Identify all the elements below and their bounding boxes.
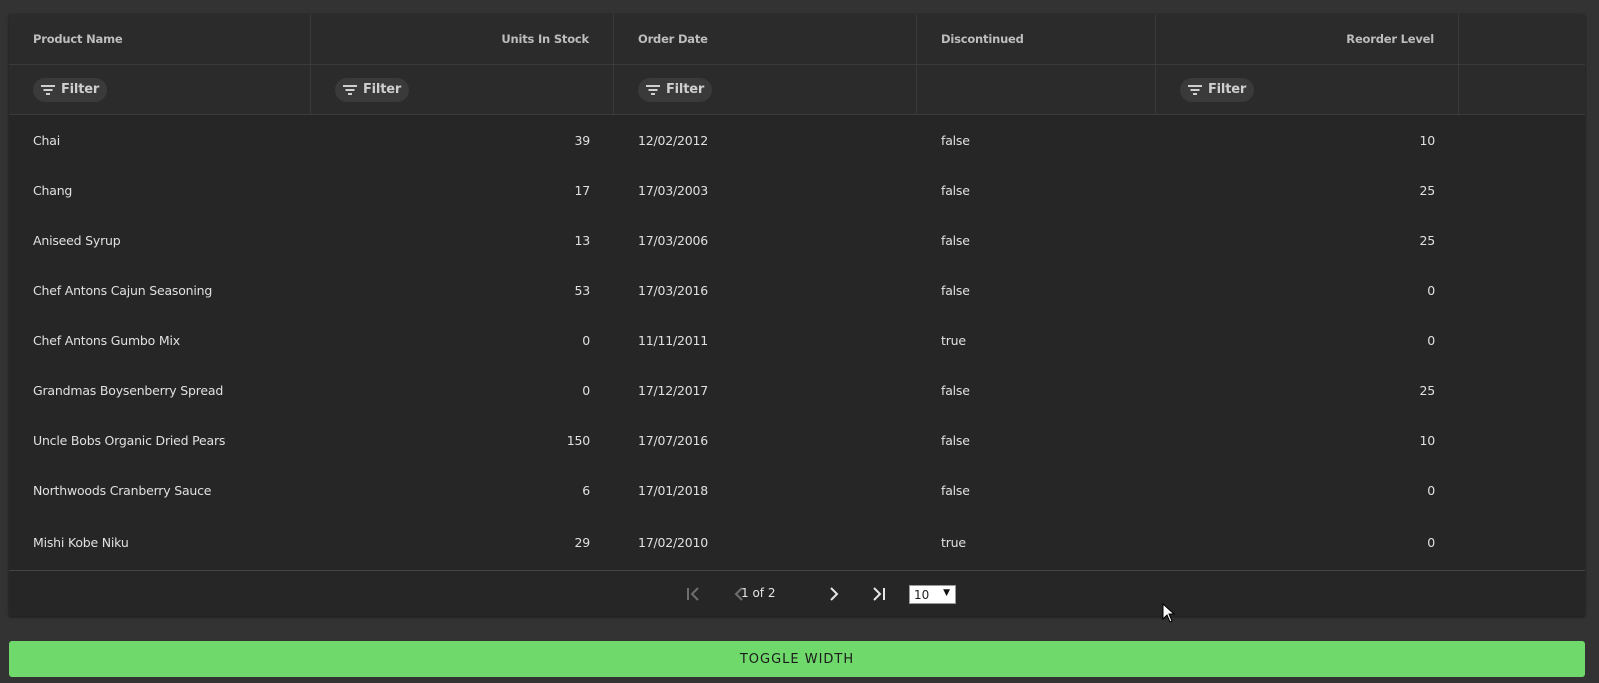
- filter-label: Filter: [363, 82, 402, 97]
- filter-cell-units-in-stock: Filter: [311, 65, 614, 114]
- cell-discontinued: true: [941, 332, 966, 348]
- filter-cell-reorder-level: Filter: [1156, 65, 1459, 114]
- table-row[interactable]: Uncle Bobs Organic Dried Pears 150 17/07…: [9, 415, 1585, 466]
- pager: 1 of 2 10 ▼: [9, 570, 1585, 616]
- first-page-button[interactable]: [681, 582, 705, 606]
- dropdown-arrow-icon: ▼: [943, 588, 950, 598]
- cell-discontinued: false: [941, 432, 970, 448]
- data-grid: Product Name Units In Stock Order Date D…: [9, 14, 1585, 616]
- filter-label: Filter: [666, 82, 705, 97]
- cell-order-date: 17/03/2003: [638, 182, 709, 198]
- column-header-order-date[interactable]: Order Date: [614, 14, 917, 64]
- cell-discontinued: false: [941, 482, 970, 498]
- cell-units-in-stock: 29: [574, 535, 590, 550]
- chevron-right-icon: [830, 587, 839, 601]
- table-row[interactable]: Chef Antons Gumbo Mix 0 11/11/2011 true …: [9, 315, 1585, 366]
- cell-units-in-stock: 0: [582, 332, 590, 348]
- column-header-discontinued[interactable]: Discontinued: [917, 14, 1156, 64]
- filter-icon: [646, 84, 660, 95]
- cell-product-name: Chef Antons Gumbo Mix: [33, 332, 180, 348]
- last-page-icon: [873, 587, 885, 601]
- first-page-icon: [687, 587, 699, 601]
- cell-order-date: 17/01/2018: [638, 482, 709, 498]
- next-page-button[interactable]: [822, 582, 846, 606]
- column-header-reorder-level[interactable]: Reorder Level: [1156, 14, 1459, 64]
- cell-product-name: Uncle Bobs Organic Dried Pears: [33, 432, 226, 448]
- mouse-cursor-icon: [1162, 603, 1176, 623]
- page-size-value: 10: [914, 587, 930, 602]
- filter-label: Filter: [61, 82, 100, 97]
- cell-units-in-stock: 17: [574, 182, 590, 198]
- cell-product-name: Chai: [33, 132, 60, 148]
- cell-product-name: Chef Antons Cajun Seasoning: [33, 282, 213, 298]
- column-header-product-name[interactable]: Product Name: [9, 14, 311, 64]
- filter-cell-product-name: Filter: [9, 65, 311, 114]
- toggle-width-button[interactable]: TOGGLE WIDTH: [9, 641, 1585, 677]
- cell-units-in-stock: 150: [566, 432, 590, 448]
- cell-product-name: Aniseed Syrup: [33, 232, 121, 248]
- filter-icon: [343, 84, 357, 95]
- filter-button-units-in-stock[interactable]: Filter: [335, 77, 410, 102]
- filter-button-reorder-level[interactable]: Filter: [1180, 77, 1255, 102]
- cell-order-date: 17/03/2006: [638, 232, 709, 248]
- table-row[interactable]: Grandmas Boysenberry Spread 0 17/12/2017…: [9, 365, 1585, 416]
- table-row[interactable]: Chef Antons Cajun Seasoning 53 17/03/201…: [9, 265, 1585, 316]
- cell-discontinued: false: [941, 232, 970, 248]
- filter-icon: [41, 84, 55, 95]
- filter-button-order-date[interactable]: Filter: [638, 77, 713, 102]
- cell-reorder-level: 25: [1419, 182, 1435, 198]
- cell-order-date: 12/02/2012: [638, 132, 709, 148]
- cell-reorder-level: 0: [1427, 332, 1435, 348]
- cell-order-date: 11/11/2011: [638, 332, 709, 348]
- cell-reorder-level: 10: [1419, 132, 1435, 148]
- page-size-select[interactable]: 10 ▼: [909, 585, 956, 604]
- cell-reorder-level: 25: [1419, 232, 1435, 248]
- last-page-button[interactable]: [867, 582, 891, 606]
- cell-discontinued: false: [941, 132, 970, 148]
- filter-label: Filter: [1208, 82, 1247, 97]
- cell-discontinued: true: [941, 535, 966, 550]
- cell-product-name: Northwoods Cranberry Sauce: [33, 482, 212, 498]
- cell-product-name: Mishi Kobe Niku: [33, 535, 129, 550]
- filter-cell-discontinued: [917, 65, 1156, 114]
- cell-discontinued: false: [941, 282, 970, 298]
- cell-reorder-level: 0: [1427, 535, 1435, 550]
- header-row: Product Name Units In Stock Order Date D…: [9, 14, 1585, 65]
- filter-row: Filter Filter Filter Filter: [9, 65, 1585, 115]
- cell-order-date: 17/07/2016: [638, 432, 709, 448]
- cell-units-in-stock: 39: [574, 132, 590, 148]
- column-header-units-in-stock[interactable]: Units In Stock: [311, 14, 614, 64]
- cell-product-name: Grandmas Boysenberry Spread: [33, 382, 224, 398]
- cell-discontinued: false: [941, 382, 970, 398]
- cell-order-date: 17/12/2017: [638, 382, 709, 398]
- cell-reorder-level: 10: [1419, 432, 1435, 448]
- table-row[interactable]: Aniseed Syrup 13 17/03/2006 false 25: [9, 215, 1585, 266]
- filter-icon: [1188, 84, 1202, 95]
- cell-reorder-level: 0: [1427, 282, 1435, 298]
- filter-cell-order-date: Filter: [614, 65, 917, 114]
- cell-order-date: 17/03/2016: [638, 282, 709, 298]
- table-row[interactable]: Mishi Kobe Niku 29 17/02/2010 true 0: [9, 515, 1585, 570]
- cell-units-in-stock: 13: [574, 232, 590, 248]
- cell-units-in-stock: 53: [574, 282, 590, 298]
- cell-product-name: Chang: [33, 182, 73, 198]
- cell-reorder-level: 0: [1427, 482, 1435, 498]
- cell-reorder-level: 25: [1419, 382, 1435, 398]
- table-row[interactable]: Northwoods Cranberry Sauce 6 17/01/2018 …: [9, 465, 1585, 516]
- cell-units-in-stock: 6: [582, 482, 590, 498]
- filter-button-product-name[interactable]: Filter: [33, 77, 108, 102]
- cell-units-in-stock: 0: [582, 382, 590, 398]
- table-row[interactable]: Chang 17 17/03/2003 false 25: [9, 165, 1585, 216]
- table-row[interactable]: Chai 39 12/02/2012 false 10: [9, 115, 1585, 166]
- page-indicator: 1 of 2: [741, 586, 776, 600]
- cell-order-date: 17/02/2010: [638, 535, 709, 550]
- cell-discontinued: false: [941, 182, 970, 198]
